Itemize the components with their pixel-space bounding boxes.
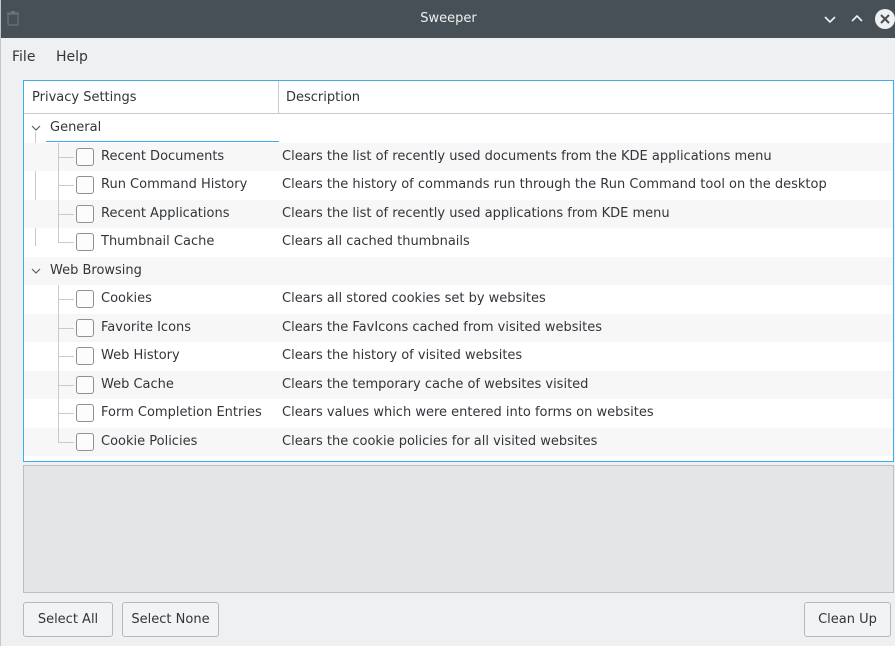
- checkbox-recent-documents[interactable]: [76, 147, 94, 166]
- item-description: Clears the cookie policies for all visit…: [282, 433, 598, 449]
- item-description: Clears the history of visited websites: [282, 348, 523, 363]
- tree-group-general[interactable]: General: [24, 114, 893, 246]
- chevron-down-icon[interactable]: [30, 122, 42, 134]
- status-output-panel: [23, 465, 894, 593]
- tree-item-run-command-history[interactable]: Run Command History Clears the history o…: [24, 171, 893, 200]
- checkbox-cookies[interactable]: [76, 290, 94, 308]
- checkbox-web-cache[interactable]: [76, 375, 94, 394]
- title-bar[interactable]: Sweeper: [1, 0, 895, 38]
- menu-file[interactable]: File: [12, 38, 35, 76]
- tree-branch-line: [58, 356, 74, 357]
- checkbox-run-command-history[interactable]: [76, 176, 94, 194]
- tree-branch-line: [58, 441, 74, 443]
- tree-item-favorite-icons[interactable]: Favorite Icons Clears the FavIcons cache…: [24, 313, 893, 342]
- column-header-description[interactable]: Description: [286, 81, 360, 114]
- item-description: Clears the history of commands run throu…: [282, 177, 827, 192]
- tree-item-cookies[interactable]: Cookies Clears all stored cookies set by…: [24, 285, 893, 314]
- tree-branch-line: [58, 327, 74, 329]
- checkbox-form-completion-entries[interactable]: [76, 404, 94, 422]
- group-label: General: [50, 120, 102, 135]
- tree-branch-line: [58, 384, 74, 386]
- item-description: Clears values which were entered into fo…: [282, 405, 654, 420]
- tree-rows: General Recent Documents Clears the list…: [24, 114, 893, 456]
- column-header-privacy-settings[interactable]: Privacy Settings: [32, 81, 137, 114]
- item-label: Web History: [101, 348, 180, 363]
- tree-branch-line: [58, 427, 59, 443]
- item-label: Cookies: [101, 291, 152, 306]
- group-label: Web Browsing: [50, 262, 142, 278]
- item-label: Thumbnail Cache: [101, 234, 215, 249]
- close-button[interactable]: [875, 9, 895, 29]
- tree-branch-line: [58, 413, 74, 414]
- checkbox-recent-applications[interactable]: [76, 204, 94, 223]
- tree-branch-line: [58, 242, 74, 243]
- item-label: Recent Documents: [101, 148, 225, 164]
- checkbox-web-history[interactable]: [76, 347, 94, 365]
- select-all-button[interactable]: Select All: [23, 602, 113, 637]
- tree-item-recent-applications[interactable]: Recent Applications Clears the list of r…: [24, 199, 893, 228]
- item-description: Clears all stored cookies set by website…: [282, 291, 546, 306]
- tree-item-recent-documents[interactable]: Recent Documents Clears the list of rece…: [24, 142, 893, 171]
- column-separator[interactable]: [278, 81, 279, 114]
- item-label: Form Completion Entries: [101, 405, 262, 420]
- item-description: Clears the temporary cache of websites v…: [282, 376, 589, 392]
- item-label: Recent Applications: [101, 205, 230, 221]
- tree-branch-line: [58, 156, 74, 158]
- item-label: Run Command History: [101, 177, 248, 192]
- chevron-down-icon[interactable]: [821, 10, 839, 28]
- privacy-settings-tree[interactable]: Privacy Settings Description General Rec…: [23, 80, 894, 462]
- tree-branch-line: [58, 185, 74, 186]
- checkbox-favorite-icons[interactable]: [76, 318, 94, 337]
- checkbox-thumbnail-cache[interactable]: [76, 233, 94, 251]
- close-icon: [880, 14, 890, 24]
- checkbox-cookie-policies[interactable]: [76, 432, 94, 451]
- tree-item-web-cache[interactable]: Web Cache Clears the temporary cache of …: [24, 370, 893, 399]
- tree-branch-line: [58, 299, 74, 300]
- window-title: Sweeper: [420, 11, 477, 26]
- item-label: Cookie Policies: [101, 433, 198, 449]
- item-label: Favorite Icons: [101, 319, 192, 335]
- sweeper-window: Sweeper File Help Privacy Settings Descr…: [0, 0, 895, 646]
- tree-item-thumbnail-cache[interactable]: Thumbnail Cache Clears all cached thumbn…: [24, 228, 893, 257]
- select-none-button[interactable]: Select None: [122, 602, 219, 637]
- tree-item-form-completion-entries[interactable]: Form Completion Entries Clears values wh…: [24, 399, 893, 428]
- tree-branch-line: [58, 228, 59, 243]
- tree-item-web-history[interactable]: Web History Clears the history of visite…: [24, 342, 893, 371]
- chevron-down-icon[interactable]: [30, 265, 42, 277]
- item-label: Web Cache: [101, 376, 174, 392]
- tree-group-web-browsing[interactable]: Web Browsing: [24, 256, 893, 285]
- item-description: Clears all cached thumbnails: [282, 234, 470, 249]
- chevron-up-icon[interactable]: [848, 10, 866, 28]
- clean-up-button[interactable]: Clean Up: [804, 602, 891, 637]
- tree-item-cookie-policies[interactable]: Cookie Policies Clears the cookie polici…: [24, 427, 893, 456]
- tree-branch-line: [58, 213, 74, 215]
- menu-help[interactable]: Help: [56, 38, 88, 76]
- item-description: Clears the list of recently used applica…: [282, 205, 670, 221]
- tree-header: Privacy Settings Description: [24, 81, 893, 114]
- menu-bar: File Help: [1, 38, 895, 76]
- item-description: Clears the FavIcons cached from visited …: [282, 319, 602, 335]
- item-description: Clears the list of recently used documen…: [282, 148, 772, 164]
